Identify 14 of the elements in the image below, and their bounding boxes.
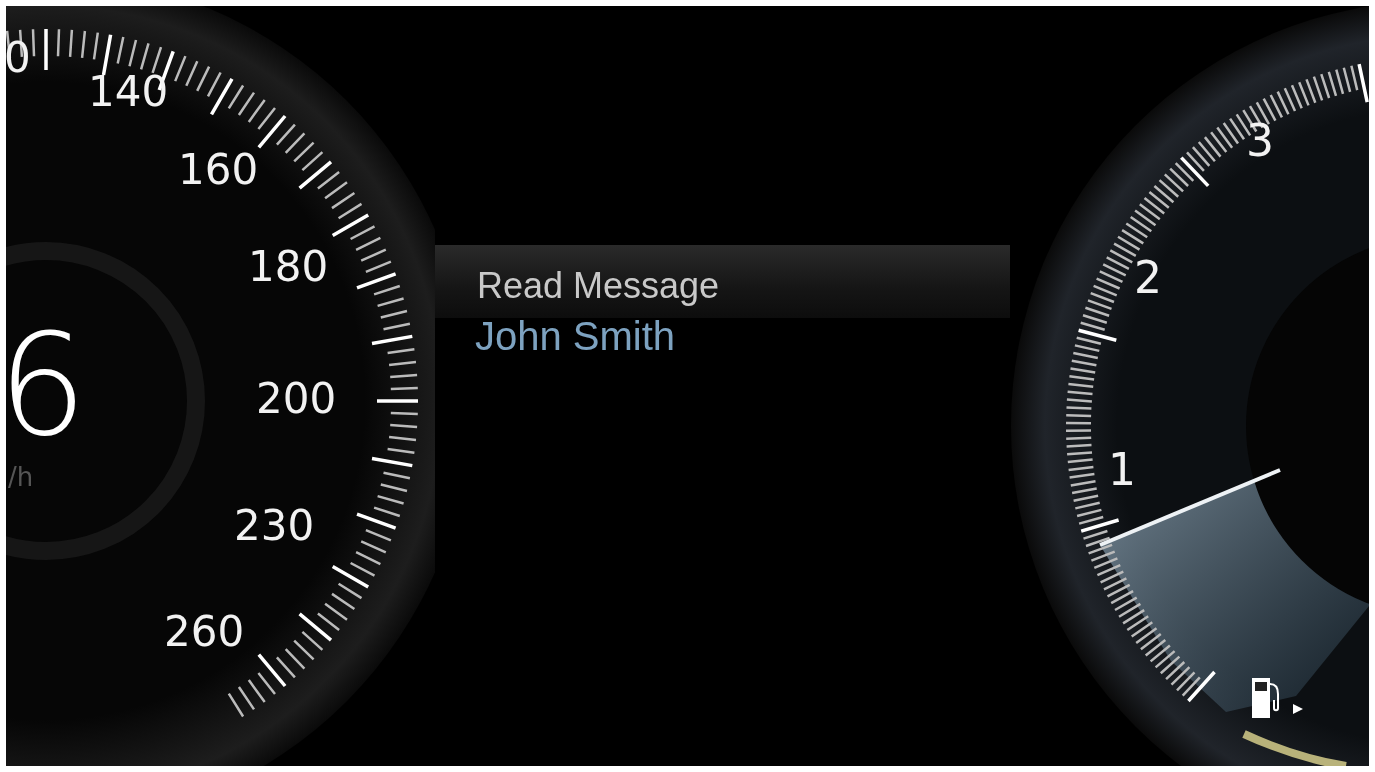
sender-name: John Smith — [475, 314, 676, 358]
fuel-pump-icon — [1252, 678, 1279, 718]
speed-scale-label: 140 — [88, 67, 169, 116]
rpm-scale-label: 3 — [1246, 115, 1274, 166]
rpm-scale-label: 1 — [1108, 444, 1136, 495]
speed-scale-label: 0 — [6, 33, 31, 82]
speed-scale-label: 200 — [256, 374, 337, 423]
speed-scale-label: 260 — [164, 607, 245, 656]
arrow-icon — [1293, 704, 1303, 714]
speed-scale-label: 230 — [234, 501, 315, 550]
message-title: Read Message — [477, 265, 720, 307]
rpm-scale-label: 2 — [1134, 252, 1162, 303]
speed-scale-label: 160 — [178, 145, 259, 194]
speed-scale-label: 180 — [248, 242, 329, 291]
